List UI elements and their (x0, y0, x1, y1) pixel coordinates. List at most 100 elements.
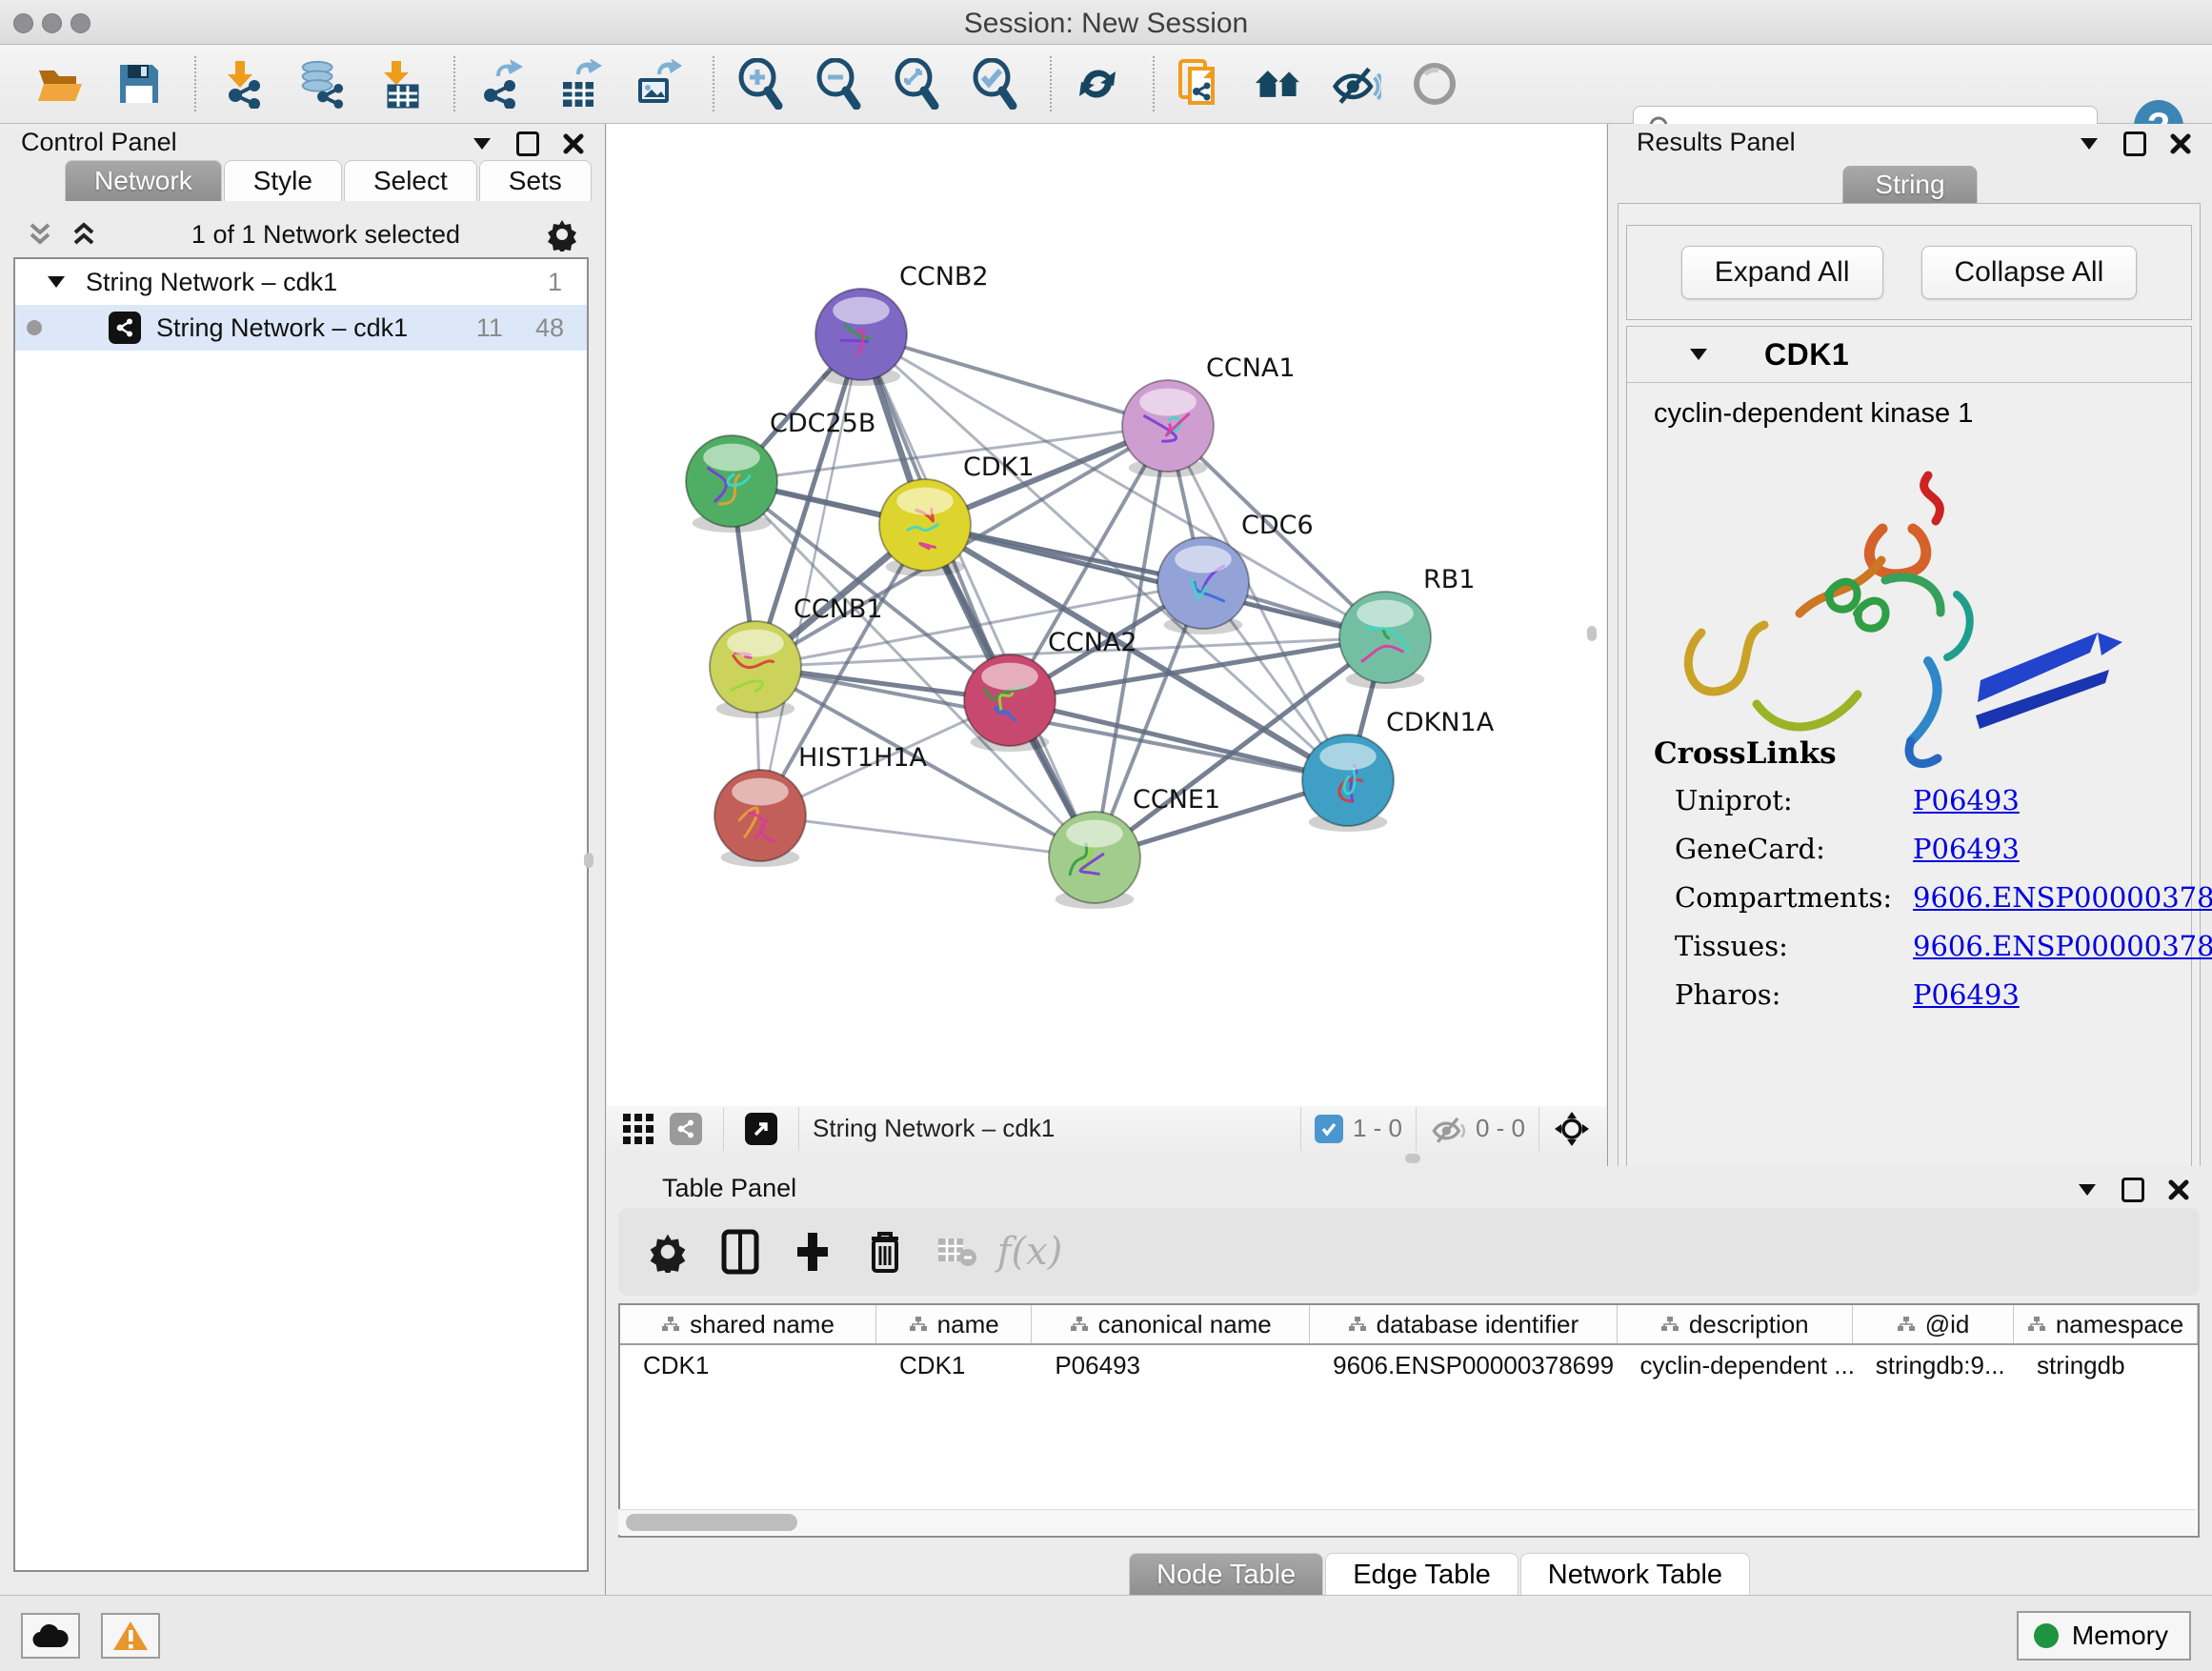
delete-column-button[interactable] (858, 1225, 912, 1278)
hidden-counts: 0 - 0 (1476, 1114, 1525, 1143)
refresh-layout-button[interactable] (1073, 59, 1122, 109)
right-splitter-grip[interactable] (1587, 626, 1597, 641)
control-panel-title: Control Panel (21, 128, 177, 162)
network-edge-count: 48 (535, 313, 564, 343)
gene-name: CDK1 (1764, 337, 1849, 372)
network-item-row[interactable]: String Network – cdk1 11 48 (15, 305, 587, 351)
save-session-button[interactable] (114, 59, 164, 109)
left-splitter-grip[interactable] (584, 853, 593, 868)
warnings-button[interactable] (101, 1613, 160, 1659)
grid-view-button[interactable] (622, 1113, 654, 1145)
tab-select[interactable]: Select (344, 160, 477, 201)
table-cell: CDK1 (876, 1351, 1032, 1380)
clone-network-button[interactable] (1176, 59, 1225, 109)
float-panel-icon[interactable] (2121, 1178, 2145, 1202)
pan-crosshair-icon[interactable] (1553, 1110, 1591, 1148)
crosslink-link[interactable]: P06493 (1913, 784, 2020, 816)
add-column-button[interactable] (786, 1225, 839, 1278)
selected-checkbox-icon[interactable] (1315, 1115, 1343, 1143)
zoom-out-button[interactable] (814, 59, 863, 109)
collapse-panel-icon[interactable] (470, 131, 494, 156)
show-columns-button[interactable] (714, 1225, 767, 1278)
float-panel-icon[interactable] (515, 131, 540, 156)
import-table-button[interactable] (373, 59, 423, 109)
memory-label: Memory (2072, 1621, 2168, 1651)
network-selection-summary: 1 of 1 Network selected (107, 220, 545, 250)
crosslink-link[interactable]: 9606.ENSP00000378699 (1913, 930, 2212, 962)
expand-all-icon[interactable] (70, 221, 99, 248)
open-session-button[interactable] (36, 59, 86, 109)
database-icon (295, 59, 345, 109)
column-header-description[interactable]: description (1618, 1305, 1853, 1343)
column-header--id[interactable]: @id (1853, 1305, 2014, 1343)
network-canvas[interactable]: CCNB2CCNA1CDC25BCDK1CDC6RB1CCNB1CCNA2CDK… (607, 124, 1606, 1107)
import-network-database-button[interactable] (295, 59, 345, 109)
crosslink-label: Uniprot: (1675, 784, 1913, 816)
houses-icon (1254, 62, 1303, 106)
network-item-label: String Network – cdk1 (156, 313, 408, 343)
collapse-panel-icon[interactable] (2075, 1178, 2100, 1202)
memory-status-dot (2034, 1623, 2059, 1648)
close-panel-icon[interactable] (2168, 131, 2193, 156)
refresh-icon (1074, 60, 1121, 108)
delete-table-button-disabled (931, 1225, 984, 1278)
home-button[interactable] (1254, 59, 1303, 109)
network-view-mode-button[interactable] (670, 1113, 702, 1145)
eye-slash-icon (1332, 62, 1381, 106)
crosslink-label: Compartments: (1675, 881, 1913, 914)
protein-structure-image (1642, 437, 2176, 780)
delete-table-icon (936, 1235, 978, 1269)
collapse-all-button[interactable]: Collapse All (1921, 246, 2138, 299)
gear-icon[interactable] (545, 217, 579, 252)
node-table[interactable]: shared namenamecanonical namedatabase id… (618, 1303, 2200, 1538)
splitter-grip[interactable] (1405, 1154, 1420, 1163)
detach-view-button[interactable] (745, 1113, 777, 1145)
crosslink-link[interactable]: P06493 (1913, 978, 2020, 1011)
import-network-button[interactable] (217, 59, 267, 109)
column-header-canonical-name[interactable]: canonical name (1032, 1305, 1310, 1343)
zoom-in-button[interactable] (735, 59, 785, 109)
gene-entry-header[interactable]: CDK1 (1627, 327, 2191, 383)
column-header-database-identifier[interactable]: database identifier (1310, 1305, 1617, 1343)
node-label-hist1h1a: HIST1H1A (798, 743, 928, 773)
results-content: Expand All Collapse All CDK1 cyclin-depe… (1618, 203, 2201, 1213)
crosslink-link[interactable]: P06493 (1913, 833, 2020, 865)
float-panel-icon[interactable] (2122, 131, 2147, 156)
export-image-button[interactable] (633, 59, 682, 109)
memory-button[interactable]: Memory (2017, 1611, 2191, 1661)
column-header-namespace[interactable]: namespace (2014, 1305, 2198, 1343)
tab-edge-table[interactable]: Edge Table (1325, 1553, 1518, 1597)
export-table-button[interactable] (554, 59, 604, 109)
trash-icon (866, 1229, 904, 1275)
table-settings-button[interactable] (641, 1225, 694, 1278)
tab-network[interactable]: Network (65, 160, 222, 201)
tab-node-table[interactable]: Node Table (1129, 1553, 1323, 1597)
network-table-splitter[interactable] (607, 1151, 1606, 1166)
crosslink-link[interactable]: 9606.ENSP00000378699 (1913, 881, 2212, 914)
collapse-panel-icon[interactable] (2077, 131, 2101, 156)
scrollbar-thumb[interactable] (626, 1514, 797, 1531)
collapse-all-icon[interactable] (27, 221, 55, 248)
zoom-fit-button[interactable] (892, 59, 941, 109)
tab-sets[interactable]: Sets (479, 160, 592, 201)
share-view-icon (670, 1113, 702, 1145)
show-eye-button[interactable] (1410, 59, 1459, 109)
table-hscrollbar[interactable] (618, 1509, 2196, 1535)
expand-all-button[interactable]: Expand All (1681, 246, 1883, 299)
tab-string[interactable]: String (1842, 166, 1977, 204)
zoom-selected-button[interactable] (970, 59, 1019, 109)
hide-selected-button[interactable] (1332, 59, 1381, 109)
column-header-shared-name[interactable]: shared name (620, 1305, 876, 1343)
crosslinks-section: CrossLinks Uniprot:P06493GeneCard:P06493… (1654, 736, 2212, 1027)
column-header-name[interactable]: name (876, 1305, 1032, 1343)
tab-style[interactable]: Style (224, 160, 342, 201)
clone-network-icon (1176, 57, 1224, 111)
network-group-row[interactable]: String Network – cdk1 1 (15, 259, 587, 305)
close-panel-icon[interactable] (2166, 1178, 2191, 1202)
export-network-button[interactable] (476, 59, 526, 109)
table-row[interactable]: CDK1CDK1P064939606.ENSP00000378699cyclin… (620, 1345, 2198, 1385)
cloud-status-button[interactable] (21, 1613, 80, 1659)
close-panel-icon[interactable] (561, 131, 586, 156)
table-tabs: Node TableEdge TableNetwork Table (1129, 1553, 1752, 1597)
tab-network-table[interactable]: Network Table (1520, 1553, 1750, 1597)
